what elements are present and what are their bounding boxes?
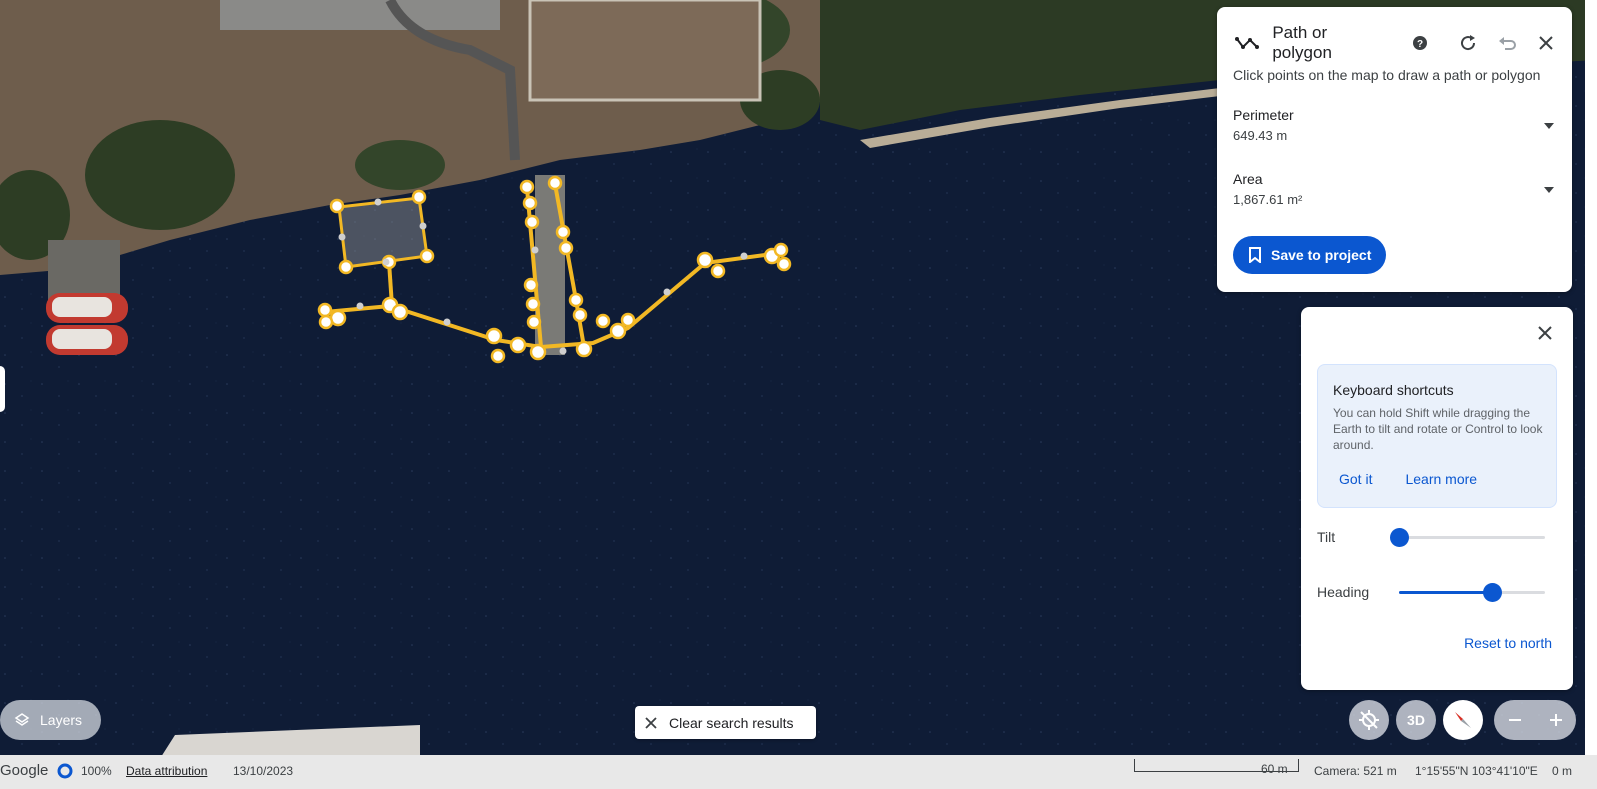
google-logo: Google [0, 762, 49, 779]
tilt-slider-row: Tilt [1317, 526, 1559, 550]
keyboard-shortcuts-card: Keyboard shortcuts You can hold Shift wh… [1317, 364, 1557, 508]
learn-more-link[interactable]: Learn more [1405, 471, 1477, 487]
tilt-label: Tilt [1317, 529, 1336, 545]
perimeter-value: 649.43 m [1233, 128, 1288, 143]
area-label: Area [1233, 171, 1263, 187]
heading-slider-row: Heading [1317, 581, 1559, 605]
got-it-link[interactable]: Got it [1339, 471, 1372, 487]
minus-icon [1508, 719, 1521, 721]
compass-icon [1455, 712, 1471, 728]
chevron-down-icon[interactable] [1543, 181, 1555, 199]
clear-search-label: Clear search results [669, 714, 794, 731]
heading-slider-thumb[interactable] [1483, 583, 1503, 602]
save-button-label: Save to project [1271, 247, 1372, 263]
perimeter-row[interactable]: Perimeter 649.43 m [1233, 107, 1563, 143]
clear-search-results-button[interactable]: Clear search results [635, 706, 816, 739]
measure-hint: Click points on the map to draw a path o… [1233, 67, 1541, 83]
status-bar: Google 100% Data attribution 13/10/2023 … [0, 755, 1597, 789]
refresh-icon[interactable] [1454, 29, 1481, 57]
svg-text:?: ? [1417, 39, 1423, 50]
close-icon[interactable] [1533, 29, 1560, 57]
compass-button[interactable] [1443, 700, 1483, 740]
tilt-slider[interactable] [1390, 528, 1545, 547]
3d-label: 3D [1407, 712, 1425, 728]
layers-button[interactable]: Layers [0, 700, 101, 740]
location-off-icon [1359, 710, 1379, 730]
loading-ring-icon [57, 763, 73, 782]
close-icon[interactable] [1531, 319, 1559, 347]
keyboard-shortcuts-title: Keyboard shortcuts [1333, 382, 1454, 398]
help-icon[interactable]: ? [1407, 29, 1434, 57]
view-options-panel: Keyboard shortcuts You can hold Shift wh… [1301, 307, 1573, 690]
plus-icon [1549, 714, 1562, 726]
imagery-date: 13/10/2023 [233, 764, 294, 778]
measure-panel-header: Path or polygon ? [1233, 23, 1560, 62]
path-icon [1233, 29, 1260, 57]
side-panel-tab[interactable] [0, 366, 5, 412]
area-row[interactable]: Area 1,867.61 m² [1233, 171, 1563, 207]
zoom-in-button[interactable] [1535, 700, 1576, 740]
close-icon [645, 716, 657, 729]
data-attribution-link[interactable]: Data attribution [126, 764, 207, 778]
undo-icon[interactable] [1493, 29, 1520, 57]
bookmark-icon [1249, 247, 1261, 263]
camera-altitude: Camera: 521 m [1314, 764, 1397, 778]
reset-to-north-link[interactable]: Reset to north [1464, 635, 1552, 651]
cursor-coordinates: 1°15'55"N 103°41'10"E [1415, 764, 1538, 778]
location-off-button[interactable] [1349, 700, 1389, 740]
load-percent: 100% [81, 764, 112, 778]
keyboard-shortcuts-text: You can hold Shift while dragging the Ea… [1333, 406, 1543, 452]
layers-icon [14, 713, 30, 726]
zoom-out-button[interactable] [1494, 700, 1535, 740]
scale-label: 60 m [1261, 762, 1288, 776]
window-edge [1585, 0, 1597, 755]
perimeter-label: Perimeter [1233, 107, 1294, 123]
zoom-controls [1494, 700, 1576, 740]
layers-label: Layers [40, 712, 83, 728]
elevation: 0 m [1552, 764, 1573, 778]
tilt-slider-thumb[interactable] [1390, 528, 1409, 547]
heading-label: Heading [1317, 584, 1370, 600]
3d-toggle-button[interactable]: 3D [1396, 700, 1436, 740]
heading-slider[interactable] [1399, 583, 1545, 602]
area-value: 1,867.61 m² [1233, 192, 1303, 207]
chevron-down-icon[interactable] [1543, 117, 1555, 135]
save-to-project-button[interactable]: Save to project [1233, 236, 1386, 274]
measure-panel-title: Path or polygon [1272, 23, 1332, 62]
measure-panel: Path or polygon ? Click points on the ma… [1217, 7, 1572, 292]
